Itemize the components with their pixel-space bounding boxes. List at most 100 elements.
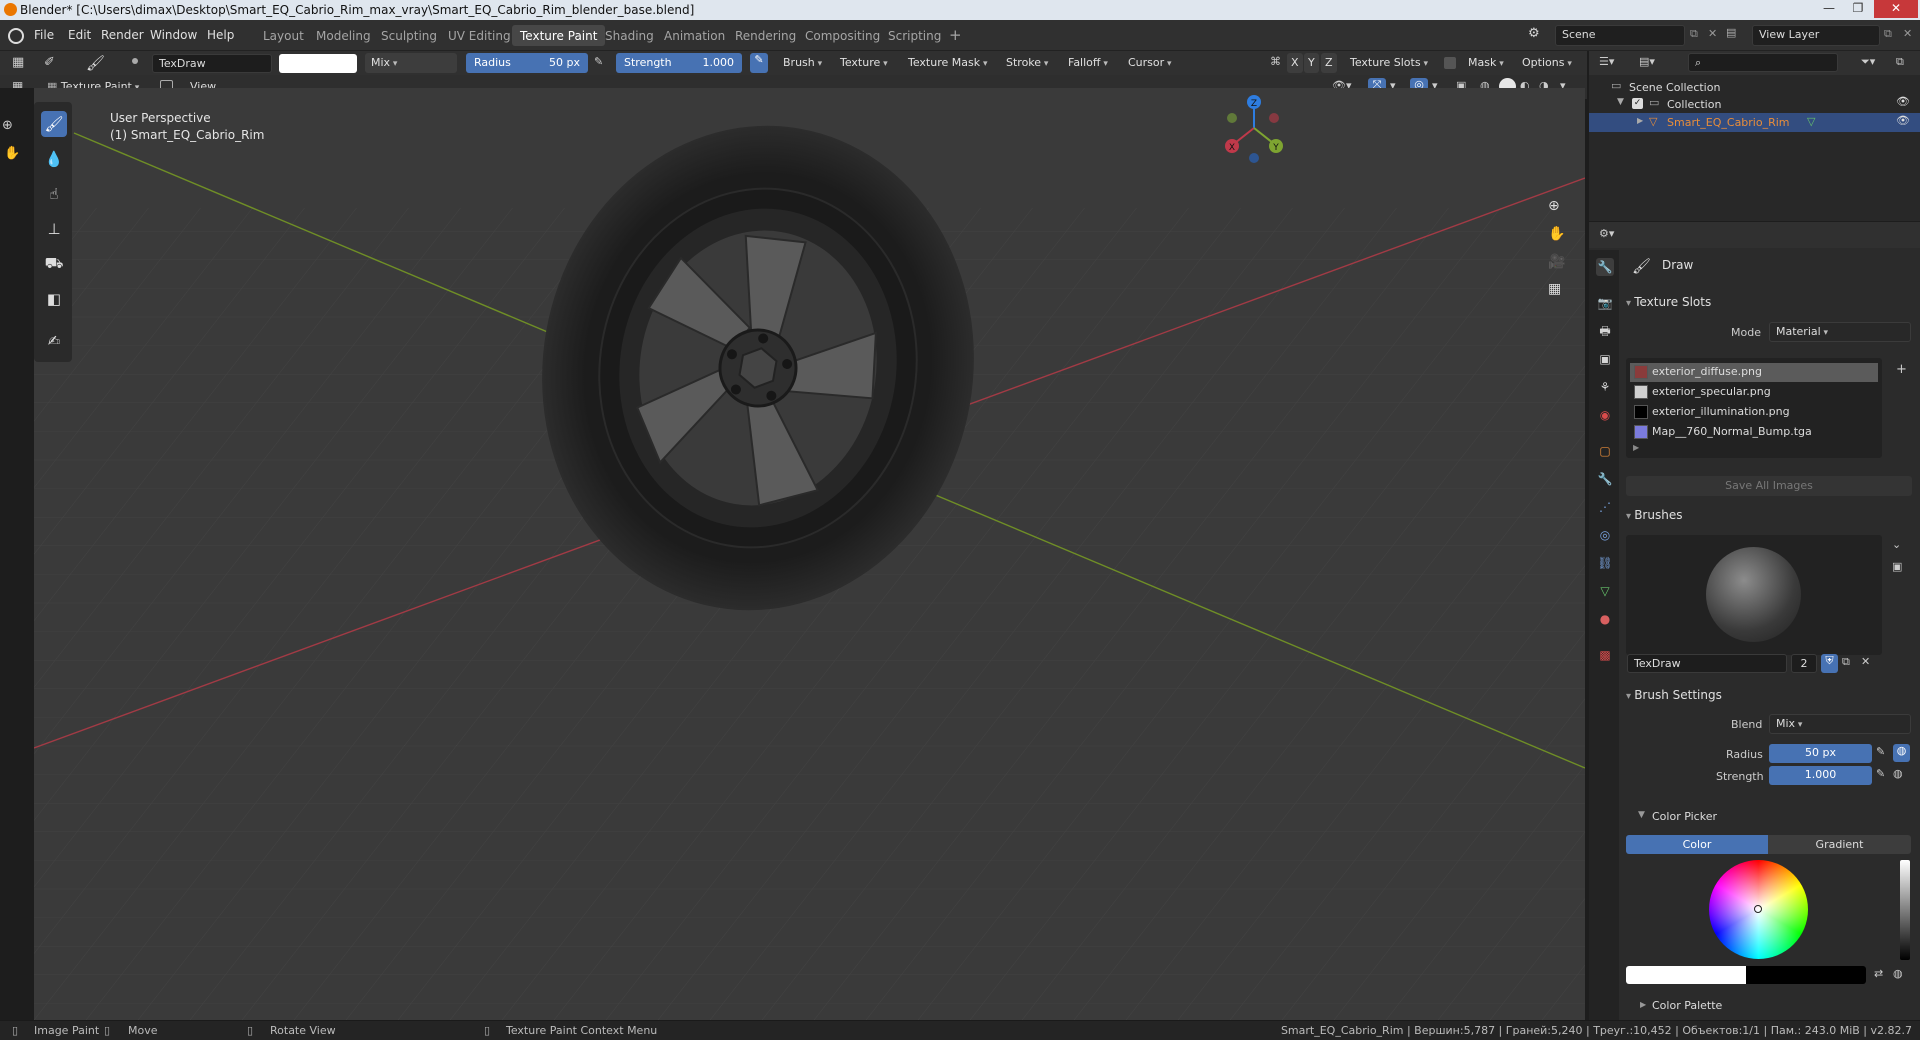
editor-type-icon[interactable]: ▦ [12, 55, 24, 70]
falloff-menu[interactable]: Falloff [1062, 53, 1114, 73]
brush-color-swatch[interactable] [279, 54, 357, 73]
smear-tool-icon[interactable]: ☝ [41, 181, 67, 207]
tool-dropdown-icon[interactable]: ✐ [44, 55, 55, 70]
blender-menu-icon[interactable] [8, 28, 24, 44]
texture-slot-item[interactable]: exterior_diffuse.png [1630, 363, 1878, 382]
texture-slots-mode-dropdown[interactable]: Material [1769, 322, 1911, 342]
physics-tab-icon[interactable]: ◎ [1596, 526, 1614, 544]
scene-tab-icon[interactable]: ⚘ [1596, 378, 1614, 396]
tab-modeling[interactable]: Modeling [308, 25, 379, 46]
menu-render[interactable]: Render [101, 28, 144, 42]
material-tab-icon[interactable]: ● [1596, 610, 1614, 628]
brush-list-toggle-icon[interactable]: ⌄ [1892, 538, 1901, 551]
radius-slider[interactable]: Radius 50 px [466, 53, 588, 73]
radius-pressure-icon[interactable]: ✎ [594, 55, 603, 68]
brush-users-count[interactable]: 2 [1791, 654, 1817, 673]
color-palette-subpanel-header[interactable]: Color Palette [1652, 999, 1722, 1012]
list-expand-arrow[interactable]: ▶ [1633, 443, 1639, 452]
draw-tool-icon[interactable]: 🖌 [41, 111, 67, 137]
view-layer-icon[interactable]: ▤ [1726, 26, 1736, 39]
tab-sculpting[interactable]: Sculpting [373, 25, 445, 46]
color-picker-subpanel-header[interactable]: Color Picker [1652, 810, 1717, 823]
fill-tool-icon[interactable]: ⛟ [41, 251, 67, 277]
options-menu[interactable]: Options [1516, 53, 1578, 73]
delete-view-layer-icon[interactable]: ✕ [1903, 27, 1912, 40]
minimize-button[interactable]: — [1816, 0, 1842, 18]
brush-icon[interactable]: 🖌 [86, 54, 105, 72]
output-tab-icon[interactable]: 🖶 [1596, 322, 1614, 340]
soften-tool-icon[interactable]: 💧 [41, 146, 67, 172]
brush-settings-panel-header[interactable]: Brush Settings [1622, 683, 1916, 707]
strength-slider[interactable]: Strength 1.000 [616, 53, 742, 73]
new-scene-icon[interactable]: ⧉ [1690, 27, 1698, 41]
modifier-tab-icon[interactable]: 🔧 [1596, 470, 1614, 488]
mask-checkbox[interactable] [1444, 57, 1456, 69]
secondary-color-swatch[interactable] [1746, 966, 1866, 984]
texture-slots-menu[interactable]: Texture Slots [1344, 53, 1434, 73]
primary-color-swatch[interactable] [1626, 966, 1746, 984]
constraints-tab-icon[interactable]: ⛓ [1596, 554, 1614, 572]
gizmo-neg-y-handle[interactable] [1227, 113, 1237, 123]
brush-preview-image-icon[interactable]: ▣ [1892, 560, 1902, 573]
clone-tool-icon[interactable]: ⊥ [41, 216, 67, 242]
filter-icon[interactable]: ⏷▾ [1861, 55, 1875, 69]
camera-view-icon[interactable]: 🎥 [1548, 254, 1565, 270]
duplicate-brush-icon[interactable]: ⧉ [1842, 655, 1850, 669]
brushes-panel-header[interactable]: Brushes [1622, 503, 1916, 527]
pan-view-icon[interactable]: ✋ [1548, 226, 1565, 242]
delete-scene-icon[interactable]: ✕ [1708, 27, 1717, 40]
texture-slot-item[interactable]: Map__760_Normal_Bump.tga [1630, 423, 1878, 442]
object-expand-arrow[interactable]: ▶ [1637, 116, 1643, 125]
menu-window[interactable]: Window [150, 28, 197, 42]
brush-menu[interactable]: Brush [777, 53, 828, 73]
texture-slot-item[interactable]: exterior_specular.png [1630, 383, 1878, 402]
texture-tab-icon[interactable]: ▩ [1596, 646, 1614, 664]
mirror-x-toggle[interactable]: X [1287, 53, 1303, 73]
zoom-icon[interactable]: ⊕ [1548, 198, 1560, 214]
mirror-y-toggle[interactable]: Y [1304, 53, 1319, 73]
strength-setting-slider[interactable]: 1.000 [1769, 766, 1872, 785]
world-tab-icon[interactable]: ◉ [1596, 406, 1614, 424]
collection-expand-arrow[interactable]: ▼ [1617, 97, 1624, 107]
outliner-row-object[interactable]: ▶ ▽ Smart_EQ_Cabrio_Rim ▽ 👁 [1589, 113, 1920, 132]
scene-icon[interactable]: ⚙ [1528, 26, 1544, 42]
radius-unit-toggle-icon[interactable]: ◍ [1893, 744, 1910, 762]
strength-unified-toggle-icon[interactable]: ◍ [1893, 767, 1903, 780]
swap-colors-icon[interactable]: ⇄ [1874, 967, 1883, 980]
display-mode-icon[interactable]: ▤▾ [1639, 55, 1655, 68]
tab-compositing[interactable]: Compositing [797, 25, 888, 46]
properties-editor-type-icon[interactable]: ⚙▾ [1599, 227, 1614, 240]
zoom-region-icon[interactable]: ⊕ [2, 118, 13, 133]
collection-eye-icon[interactable]: 👁 [1896, 95, 1910, 108]
mesh-data-tab-icon[interactable]: ▽ [1596, 582, 1614, 600]
tab-shading[interactable]: Shading [597, 25, 662, 46]
render-tab-icon[interactable]: 📷 [1596, 294, 1614, 312]
color-wheel[interactable] [1709, 860, 1808, 959]
color-tab[interactable]: Color [1626, 835, 1768, 854]
annotate-tool-icon[interactable]: ✍ [41, 328, 67, 354]
pan-hand-icon[interactable]: ✋ [4, 146, 20, 161]
texture-menu[interactable]: Texture [834, 53, 894, 73]
stroke-menu[interactable]: Stroke [1000, 53, 1054, 73]
brush-name-field[interactable]: TexDraw [152, 54, 272, 73]
strength-pressure-toggle-icon[interactable]: ✎ [1876, 767, 1885, 780]
mesh-data-icon[interactable]: ▽ [1807, 115, 1815, 128]
tool-tab-icon[interactable]: 🔧 [1596, 258, 1614, 276]
ortho-toggle-icon[interactable]: ▦ [1548, 281, 1561, 297]
tab-texture-paint[interactable]: Texture Paint [512, 25, 606, 46]
maximize-button[interactable]: ❐ [1845, 0, 1871, 18]
texture-slots-panel-header[interactable]: Texture Slots [1622, 290, 1916, 314]
mirror-z-toggle[interactable]: Z [1321, 53, 1337, 73]
outliner-editor-type-icon[interactable]: ☰▾ [1599, 55, 1614, 68]
brush-fake-user-icon[interactable] [132, 58, 138, 64]
menu-edit[interactable]: Edit [68, 28, 91, 42]
tab-rendering[interactable]: Rendering [727, 25, 804, 46]
texture-mask-menu[interactable]: Texture Mask [902, 53, 994, 73]
scene-selector[interactable]: Scene [1555, 25, 1685, 46]
add-texture-slot-button[interactable]: + [1896, 362, 1907, 377]
fake-user-shield-icon[interactable]: ⛨ [1821, 654, 1838, 673]
unlink-brush-icon[interactable]: ✕ [1861, 655, 1870, 668]
new-collection-icon[interactable]: ⧉ [1896, 55, 1904, 69]
mask-menu[interactable]: Mask [1462, 53, 1510, 73]
unified-color-icon[interactable]: ◍ [1893, 967, 1903, 980]
